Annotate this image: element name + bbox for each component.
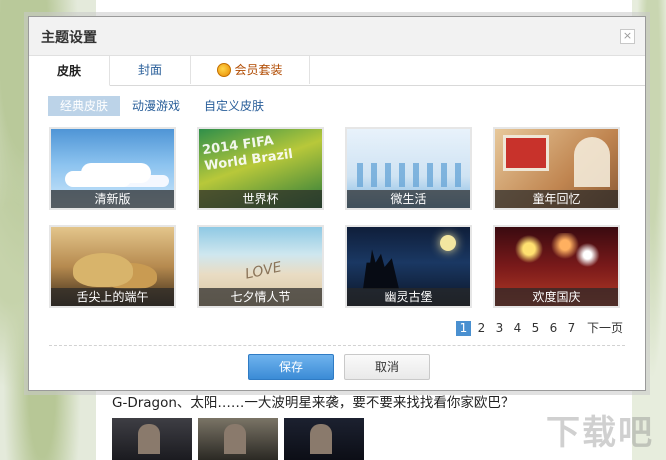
skin-item[interactable]: 清新版 bbox=[49, 127, 176, 210]
background-thumbnail-row bbox=[112, 418, 364, 460]
skin-label: 舌尖上的端午 bbox=[51, 288, 174, 306]
tab-bar: 皮肤 封面 会员套装 bbox=[29, 56, 645, 86]
tab-vip-package-label: 会员套装 bbox=[234, 63, 283, 77]
next-page-link[interactable]: 下一页 bbox=[587, 321, 623, 336]
dialog-header: 主题设置 × bbox=[29, 17, 645, 56]
watermark-logo: 下载吧 bbox=[546, 413, 654, 453]
subtab-classic-skin[interactable]: 经典皮肤 bbox=[48, 96, 121, 116]
skin-grid: 清新版 世界杯 微生活 童年回忆 舌尖上的端午 七夕情人节 幽灵古堡 欢度国庆 bbox=[49, 127, 629, 308]
skin-item[interactable]: 微生活 bbox=[345, 127, 472, 210]
skin-item[interactable]: 七夕情人节 bbox=[197, 225, 324, 308]
skin-label: 清新版 bbox=[51, 190, 174, 208]
dialog-actions: 保存 取消 bbox=[248, 354, 430, 380]
tab-cover-label: 封面 bbox=[137, 63, 162, 77]
pagination: 1 2 3 4 5 6 7 下一页 bbox=[453, 321, 623, 336]
skin-label: 幽灵古堡 bbox=[347, 288, 470, 306]
skin-label: 微生活 bbox=[347, 190, 470, 208]
page-link[interactable]: 3 bbox=[492, 321, 507, 336]
dialog-title: 主题设置 bbox=[41, 30, 97, 46]
skin-item[interactable]: 世界杯 bbox=[197, 127, 324, 210]
page-link-current[interactable]: 1 bbox=[455, 321, 471, 336]
background-thumbnail[interactable] bbox=[198, 418, 278, 460]
cancel-button[interactable]: 取消 bbox=[344, 354, 430, 380]
skin-label: 欢度国庆 bbox=[495, 288, 618, 306]
close-icon[interactable]: × bbox=[620, 29, 635, 44]
tab-vip-package[interactable]: 会员套装 bbox=[191, 56, 310, 84]
skin-label: 童年回忆 bbox=[495, 190, 618, 208]
skin-item[interactable]: 幽灵古堡 bbox=[345, 225, 472, 308]
background-thumbnail[interactable] bbox=[112, 418, 192, 460]
page-link[interactable]: 4 bbox=[510, 321, 525, 336]
skin-category-tabs: 经典皮肤 动漫游戏 自定义皮肤 bbox=[48, 96, 276, 116]
page-link[interactable]: 5 bbox=[528, 321, 543, 336]
skin-label: 世界杯 bbox=[199, 190, 322, 208]
background-thumbnail[interactable] bbox=[284, 418, 364, 460]
dialog-divider bbox=[49, 345, 625, 346]
skin-item[interactable]: 舌尖上的端午 bbox=[49, 225, 176, 308]
page-link[interactable]: 6 bbox=[546, 321, 561, 336]
skin-label: 七夕情人节 bbox=[199, 288, 322, 306]
tab-skin[interactable]: 皮肤 bbox=[29, 56, 110, 86]
background-headline-link[interactable]: G-Dragon、太阳……一大波明星来袭，要不要来找找看你家欧巴？ bbox=[112, 391, 514, 411]
skin-item[interactable]: 欢度国庆 bbox=[493, 225, 620, 308]
skin-item[interactable]: 童年回忆 bbox=[493, 127, 620, 210]
subtab-anime-games[interactable]: 动漫游戏 bbox=[120, 96, 192, 116]
tab-skin-label: 皮肤 bbox=[56, 63, 81, 78]
tab-cover[interactable]: 封面 bbox=[110, 56, 191, 84]
theme-settings-dialog: 主题设置 × 皮肤 封面 会员套装 经典皮肤 动漫游戏 自定义皮肤 清新版 世界… bbox=[28, 16, 646, 391]
save-button[interactable]: 保存 bbox=[248, 354, 334, 380]
subtab-custom-skin[interactable]: 自定义皮肤 bbox=[192, 96, 276, 116]
vip-icon bbox=[217, 63, 232, 77]
page-link[interactable]: 2 bbox=[474, 321, 489, 336]
page-link[interactable]: 7 bbox=[564, 321, 579, 336]
